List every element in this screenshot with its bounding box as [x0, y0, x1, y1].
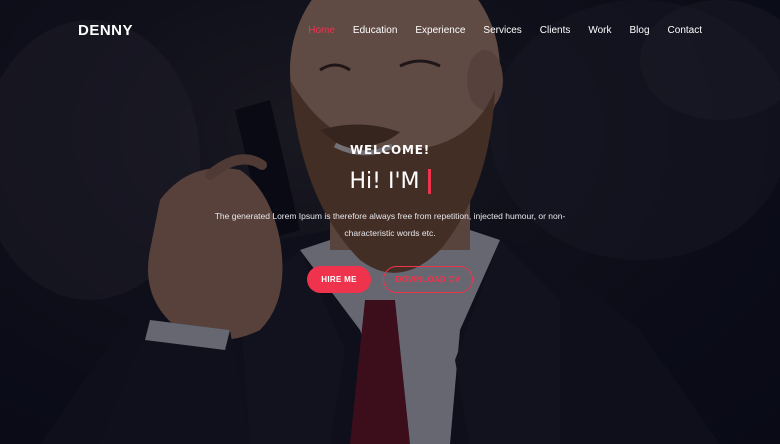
download-cv-button[interactable]: DOWNLOAD CV	[383, 266, 473, 293]
navbar: DENNY Home Education Experience Services…	[0, 0, 780, 62]
typing-cursor	[427, 169, 431, 194]
nav-item-education[interactable]: Education	[353, 25, 397, 36]
headline-text: Hi! I'M	[349, 169, 420, 194]
welcome-text: WELCOME!	[349, 143, 431, 157]
hero-section: DENNY Home Education Experience Services…	[0, 0, 780, 444]
nav-item-experience[interactable]: Experience	[415, 25, 465, 36]
nav-item-contact[interactable]: Contact	[668, 25, 702, 36]
hero-description: The generated Lorem Ipsum is therefore a…	[214, 211, 566, 238]
hire-me-button[interactable]: HIRE ME	[307, 266, 371, 293]
nav-item-home[interactable]: Home	[308, 25, 335, 36]
nav-item-services[interactable]: Services	[483, 25, 521, 36]
hero-headline: Hi! I'M	[350, 169, 431, 194]
brand-logo[interactable]: DENNY	[78, 22, 133, 39]
nav-menu: Home Education Experience Services Clien…	[290, 25, 702, 36]
hero-content: WELCOME! Hi! I'M The generated Lorem Ips…	[0, 143, 780, 293]
nav-item-clients[interactable]: Clients	[540, 25, 571, 36]
nav-item-blog[interactable]: Blog	[630, 25, 650, 36]
hero-buttons: HIRE ME DOWNLOAD CV	[0, 266, 780, 293]
nav-item-work[interactable]: Work	[588, 25, 611, 36]
